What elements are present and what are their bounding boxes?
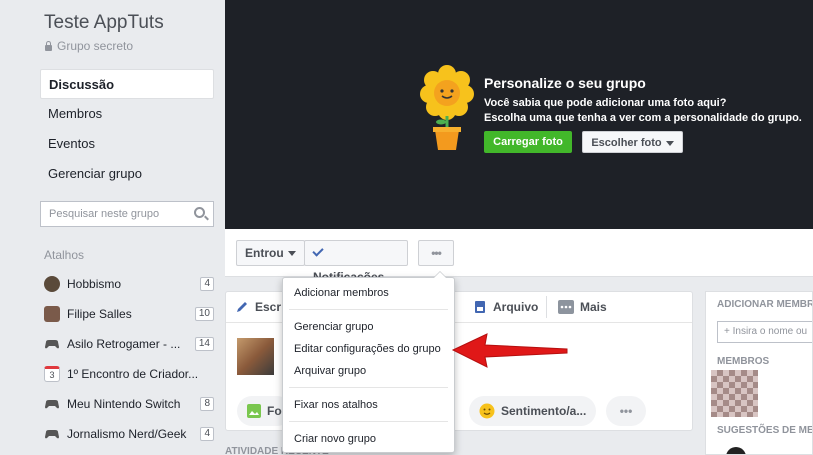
shortcut-label: Jornalismo Nerd/Geek	[67, 427, 187, 441]
nav-item-membros[interactable]: Membros	[40, 99, 214, 129]
more-options-menu: Adicionar membros Gerenciar grupo Editar…	[282, 271, 455, 453]
smiley-icon	[479, 403, 495, 419]
calendar-icon: 3	[44, 366, 60, 382]
notifications-button[interactable]: Notificações	[304, 240, 408, 284]
menu-item-add-members[interactable]: Adicionar membros	[294, 287, 389, 299]
menu-item-edit-settings[interactable]: Editar configurações do grupo	[294, 343, 441, 355]
shortcuts-list: Hobbismo 4 Filipe Salles 10 Asilo Retrog…	[44, 269, 214, 449]
more-tab[interactable]: Mais	[558, 298, 607, 316]
group-name[interactable]: Teste AppTuts	[44, 12, 164, 34]
feeling-pill[interactable]: Sentimento/a...	[469, 396, 597, 426]
shortcut-count: 14	[194, 337, 214, 351]
write-post-label: Escr	[255, 300, 282, 314]
chevron-down-icon	[665, 140, 674, 146]
nav-item-eventos[interactable]: Eventos	[40, 129, 214, 159]
menu-item-create-group[interactable]: Criar novo grupo	[294, 433, 376, 445]
photo-icon	[247, 404, 261, 418]
group-search-input[interactable]: Pesquisar neste grupo	[40, 201, 214, 227]
feeling-pill-label: Sentimento/a...	[501, 404, 587, 418]
shortcut-label: Filipe Salles	[67, 307, 132, 321]
joined-button[interactable]: Entrou	[236, 240, 305, 266]
shortcut-item[interactable]: Filipe Salles 10	[44, 299, 214, 329]
shortcut-count: 8	[200, 397, 214, 411]
write-post-tab[interactable]: Escr	[235, 298, 281, 316]
suggestion-avatar[interactable]	[726, 447, 746, 454]
right-panel: ADICIONAR MEMBROS + Insira o nome ou MEM…	[705, 291, 813, 455]
shortcut-label: Meu Nintendo Switch	[67, 397, 181, 411]
more-label: Mais	[580, 300, 607, 314]
shortcut-count: 10	[194, 307, 214, 321]
group-action-bar: Entrou Notificações •••	[225, 229, 813, 284]
shortcut-count: 4	[200, 427, 214, 441]
check-icon	[312, 245, 324, 257]
shortcut-label: Hobbismo	[67, 277, 122, 291]
more-icon	[558, 300, 574, 314]
shortcut-label: 1º Encontro de Criador...	[67, 367, 199, 381]
menu-divider	[289, 387, 448, 388]
file-icon	[475, 301, 485, 313]
group-privacy: Grupo secreto	[44, 39, 133, 53]
joined-label: Entrou	[245, 246, 284, 260]
member-avatar[interactable]	[711, 370, 758, 417]
shortcut-label: Asilo Retrogamer - ...	[67, 337, 181, 351]
nav-item-gerenciar[interactable]: Gerenciar grupo	[40, 159, 214, 189]
gamepad-icon	[44, 336, 60, 352]
red-arrow-annotation	[451, 333, 568, 368]
choose-photo-button[interactable]: Escolher foto	[582, 131, 683, 153]
gamepad-icon	[44, 396, 60, 412]
cover-title: Personalize o seu grupo	[484, 75, 646, 91]
shortcuts-title: Atalhos	[44, 248, 85, 262]
lock-icon	[44, 41, 53, 51]
more-options-button[interactable]: •••	[418, 240, 454, 266]
hobbismo-icon	[44, 276, 60, 292]
avatar[interactable]	[237, 338, 274, 375]
file-label: Arquivo	[493, 300, 539, 314]
pencil-icon	[237, 302, 247, 312]
cover-text-2: Escolha uma que tenha a ver com a person…	[484, 112, 802, 124]
nav-item-discussao[interactable]: Discussão	[40, 69, 214, 99]
menu-divider	[289, 421, 448, 422]
search-icon[interactable]	[194, 207, 205, 218]
upload-photo-button[interactable]: Carregar foto	[484, 131, 572, 153]
photo-pill-label: Fo	[267, 404, 282, 418]
menu-divider	[289, 309, 448, 310]
profile-photo-icon	[44, 306, 60, 322]
menu-item-manage-group[interactable]: Gerenciar grupo	[294, 321, 374, 333]
choose-photo-label: Escolher foto	[591, 137, 662, 149]
group-nav: Discussão Membros Eventos Gerenciar grup…	[40, 69, 214, 189]
privacy-label: Grupo secreto	[57, 39, 134, 53]
menu-item-pin-shortcut[interactable]: Fixar nos atalhos	[294, 399, 378, 411]
menu-item-archive-group[interactable]: Arquivar grupo	[294, 365, 366, 377]
gamepad-icon	[44, 426, 60, 442]
flower-pot-icon	[420, 65, 474, 150]
shortcut-item[interactable]: Asilo Retrogamer - ... 14	[44, 329, 214, 359]
divider	[546, 296, 547, 318]
chevron-down-icon	[287, 251, 296, 257]
add-members-title: ADICIONAR MEMBROS	[717, 299, 813, 310]
suggestions-title: SUGESTÕES DE ME	[717, 425, 813, 436]
shortcut-item[interactable]: Jornalismo Nerd/Geek 4	[44, 419, 214, 449]
shortcut-item[interactable]: Hobbismo 4	[44, 269, 214, 299]
file-tab[interactable]: Arquivo	[473, 298, 538, 316]
members-title: MEMBROS	[717, 356, 770, 367]
more-pill[interactable]: •••	[606, 396, 646, 426]
add-member-input[interactable]: + Insira o nome ou	[717, 321, 812, 343]
shortcut-count: 4	[200, 277, 214, 291]
shortcut-item[interactable]: 3 1º Encontro de Criador...	[44, 359, 214, 389]
left-sidebar: Teste AppTuts Grupo secreto Discussão Me…	[0, 0, 225, 455]
cover-text-1: Você sabia que pode adicionar uma foto a…	[484, 97, 727, 109]
search-placeholder: Pesquisar neste grupo	[49, 208, 160, 220]
shortcut-item[interactable]: Meu Nintendo Switch 8	[44, 389, 214, 419]
